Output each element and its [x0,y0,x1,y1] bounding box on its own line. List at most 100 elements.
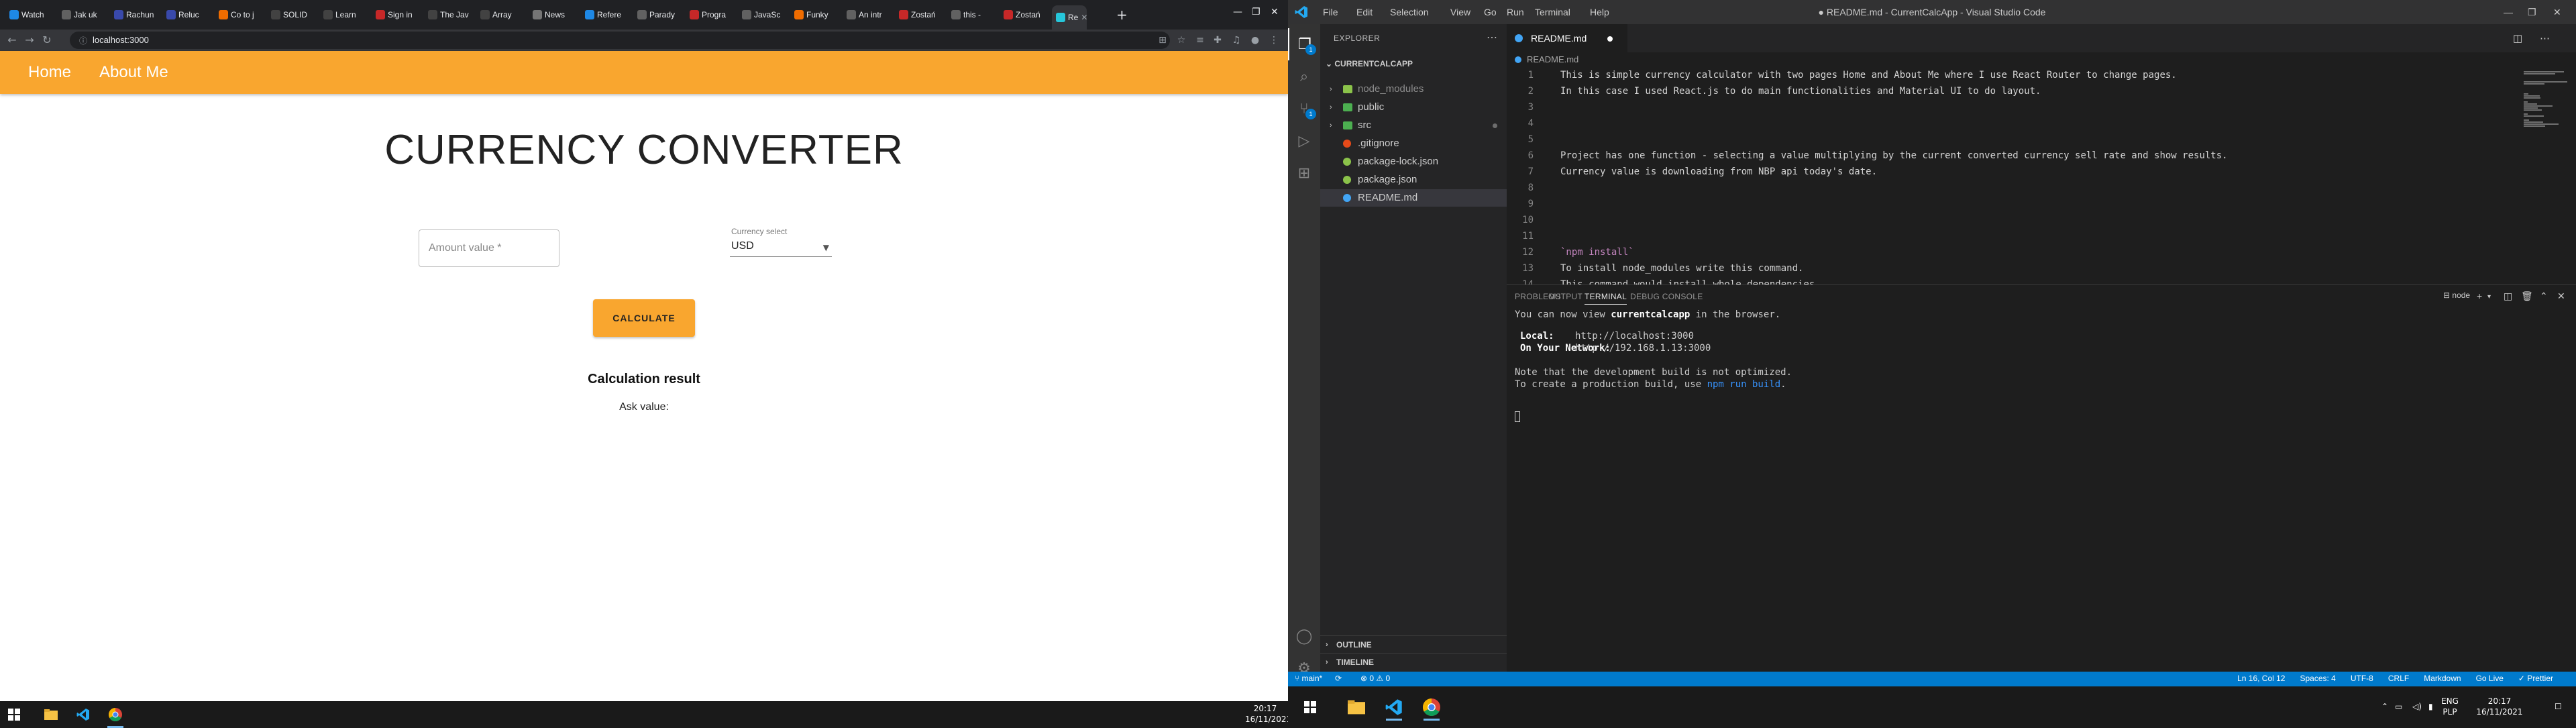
maximize-panel-icon[interactable]: ⌃ [2540,291,2548,302]
browser-tab[interactable]: The Jav [424,4,475,25]
browser-tab[interactable]: Sign in [372,4,423,25]
chrome-taskbar-icon[interactable] [102,701,129,728]
breadcrumb-file[interactable]: README.md [1527,54,1578,64]
tab-close-icon[interactable]: ✕ [1081,13,1087,22]
vscode-taskbar-icon[interactable] [70,701,97,728]
new-terminal-icon[interactable]: + [2477,291,2482,301]
windows-start-icon[interactable] [1304,701,1316,713]
split-editor-icon[interactable]: ◫ [2513,32,2522,44]
browser-minimize-button[interactable]: — [1233,7,1242,17]
eol-status[interactable]: CRLF [2388,674,2409,683]
go-live-status[interactable]: Go Live [2476,674,2504,683]
browser-tab[interactable]: Re ✕ [1052,5,1087,30]
tree-item[interactable]: › public [1320,99,1507,116]
notifications-icon[interactable]: ☐ [2555,701,2562,712]
browser-tab[interactable]: Zostań [1000,4,1051,25]
calculate-button[interactable]: CALCULATE [593,299,695,337]
vscode-maximize-button[interactable]: ❐ [2528,7,2536,18]
split-terminal-icon[interactable]: ◫ [2504,291,2512,302]
forward-icon[interactable]: → [23,34,36,47]
terminal-dropdown-icon[interactable]: ▾ [2487,293,2491,301]
kill-terminal-icon[interactable]: 🗑 [2521,291,2533,302]
close-panel-icon[interactable]: ✕ [2557,291,2565,302]
back-icon[interactable]: ← [5,34,19,47]
language-mode-status[interactable]: Markdown [2424,674,2461,683]
currency-select[interactable]: Currency select USD ▼ [730,227,832,264]
panel-tab-output[interactable]: OUTPUT [1548,292,1582,301]
browser-tab[interactable]: An intr [843,4,894,25]
file-explorer-taskbar-icon[interactable] [1343,694,1370,721]
cursor-position-status[interactable]: Ln 16, Col 12 [2237,674,2285,683]
amount-input[interactable]: Amount value * [419,229,559,267]
browser-tab[interactable]: this - [947,4,998,25]
more-actions-icon[interactable]: ⋯ [1487,31,1497,44]
minimap[interactable] [2520,67,2576,283]
browser-tab[interactable]: Jak uk [58,4,109,25]
browser-tab[interactable]: Array [476,4,527,25]
menu-view[interactable]: View [1450,7,1470,17]
clock-left[interactable]: 20:17 16/11/2021 [1245,703,1291,725]
problems-status[interactable]: ⊗ 0 ⚠ 0 [1360,674,1390,683]
clock-right[interactable]: 20:17 16/11/2021 [2474,696,2525,717]
browser-tab[interactable]: Parady [633,4,684,25]
extensions-view-icon[interactable]: ⊞ [1288,157,1320,189]
search-icon[interactable]: ⌕ [1288,60,1320,93]
editor-more-icon[interactable]: ⋯ [2540,32,2550,44]
nav-about-link[interactable]: About Me [99,63,168,82]
tray-overflow-icon[interactable]: ⌃ [2381,701,2388,712]
menu-edit[interactable]: Edit [1356,7,1373,17]
menu-help[interactable]: Help [1590,7,1609,17]
panel-tab-debug-console[interactable]: DEBUG CONSOLE [1630,292,1703,301]
browser-tab[interactable]: News [529,4,580,25]
battery-icon[interactable]: ▮ [2428,701,2433,712]
source-control-icon[interactable]: ⑂ 1 [1288,93,1320,125]
tree-item[interactable]: › node_modules [1320,81,1507,98]
address-bar[interactable]: ⓘ localhost:3000 [70,32,1170,49]
tree-item[interactable]: .gitignore [1320,135,1507,152]
browser-close-button[interactable]: ✕ [1271,7,1279,17]
browser-tab[interactable]: Funky [790,4,841,25]
reload-icon[interactable]: ↻ [40,34,54,47]
new-tab-button[interactable]: + [1116,8,1128,21]
tree-item[interactable]: package.json [1320,171,1507,189]
sync-icon[interactable]: ⟳ [1335,674,1342,683]
browser-tab[interactable]: Zostań [895,4,946,25]
accounts-icon[interactable]: ◯ [1288,620,1320,652]
browser-maximize-button[interactable]: ❐ [1252,7,1260,17]
run-debug-icon[interactable]: ▷ [1288,125,1320,157]
language-indicator[interactable]: ENG PLP [2436,696,2463,717]
vscode-minimize-button[interactable]: — [2504,7,2513,17]
project-folder-header[interactable]: ⌄ CURRENTCALCAPP [1320,56,1507,71]
outline-section[interactable]: › OUTLINE [1320,635,1507,653]
indentation-status[interactable]: Spaces: 4 [2300,674,2335,683]
code-editor[interactable]: 1 This is simple currency calculator with… [1507,67,2520,515]
menu-file[interactable]: File [1323,7,1338,17]
unsaved-dot-icon[interactable] [1607,36,1613,42]
translate-icon[interactable]: ⊞ [1157,35,1169,46]
menu-selection[interactable]: Selection [1390,7,1429,17]
explorer-icon[interactable]: ❐ 1 [1288,28,1320,60]
editor-tab-readme[interactable]: README.md [1507,24,1627,52]
extensions-icon[interactable]: ✚ [1212,35,1224,46]
menu-terminal[interactable]: Terminal [1535,7,1570,17]
volume-icon[interactable]: ◁) [2412,701,2422,712]
vscode-taskbar-icon[interactable] [1381,694,1407,721]
terminal-shell-select[interactable]: ⊟ node [2443,291,2470,300]
windows-start-icon[interactable] [8,709,20,721]
browser-tab[interactable]: Co to j [215,4,266,25]
browser-tab[interactable]: Watch [5,4,56,25]
browser-tab[interactable]: Refere [581,4,632,25]
chrome-menu-icon[interactable]: ⋮ [1268,35,1280,46]
media-icon[interactable]: ♫ [1230,35,1242,46]
browser-tab[interactable]: Learn [319,4,370,25]
panel-tab-terminal[interactable]: TERMINAL [1585,292,1627,305]
tree-item[interactable]: README.md [1320,189,1507,207]
reading-list-icon[interactable]: ≡ [1194,35,1206,46]
terminal-local-url[interactable]: http://localhost:3000 [1575,331,1694,342]
browser-tab[interactable]: Rachun [110,4,161,25]
site-info-icon[interactable]: ⓘ [79,35,87,46]
vscode-close-button[interactable]: ✕ [2553,7,2561,18]
tree-item[interactable]: › src [1320,117,1507,134]
browser-tab[interactable]: SOLID [267,4,318,25]
tree-item[interactable]: package-lock.json [1320,153,1507,170]
